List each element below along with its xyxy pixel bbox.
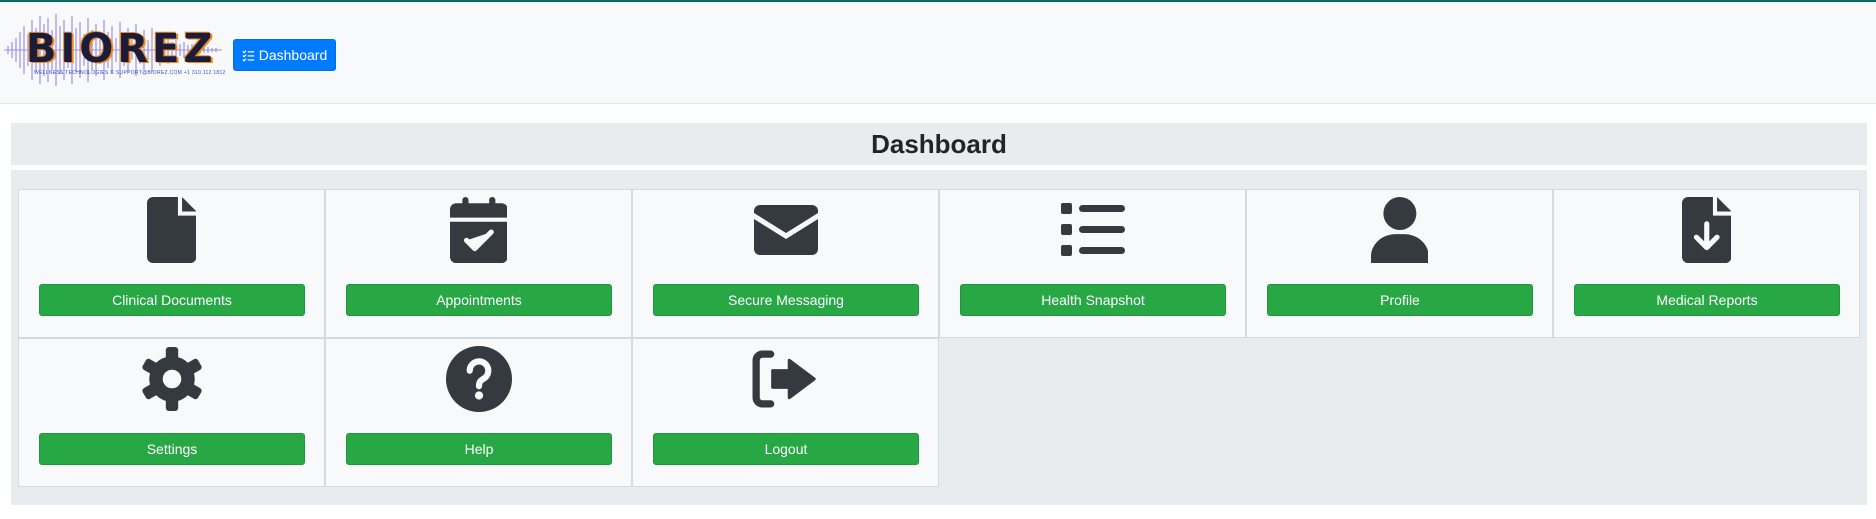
page-title-bar: Dashboard: [11, 123, 1867, 165]
dashboard-nav-label: Dashboard: [258, 47, 328, 63]
tile-profile[interactable]: Profile: [1246, 189, 1553, 338]
tile-appointments[interactable]: Appointments: [325, 189, 632, 338]
tile-clinical-documents[interactable]: Clinical Documents: [18, 189, 325, 338]
secure-messaging-button[interactable]: Secure Messaging: [653, 284, 919, 316]
tile-help[interactable]: Help: [325, 338, 632, 487]
tile-health-snapshot[interactable]: Health Snapshot: [939, 189, 1246, 338]
logo-wordmark: BIOREZ: [26, 26, 217, 72]
logout-button[interactable]: Logout: [653, 433, 919, 465]
gear-icon: [137, 345, 207, 413]
list-check-icon: [242, 49, 254, 62]
list-icon: [1058, 196, 1128, 264]
user-icon: [1365, 196, 1435, 264]
appointments-button[interactable]: Appointments: [346, 284, 612, 316]
dashboard-nav-button[interactable]: Dashboard: [233, 39, 336, 71]
top-navbar: BIOREZ WELLNESS TECHNOLOGIES © SUPPORT@B…: [0, 0, 1876, 104]
help-button[interactable]: Help: [346, 433, 612, 465]
document-icon: [137, 196, 207, 264]
tile-logout[interactable]: Logout: [632, 338, 939, 487]
question-circle-icon: [444, 345, 514, 413]
biorez-logo[interactable]: BIOREZ WELLNESS TECHNOLOGIES © SUPPORT@B…: [4, 12, 225, 88]
health-snapshot-button[interactable]: Health Snapshot: [960, 284, 1226, 316]
tile-secure-messaging[interactable]: Secure Messaging: [632, 189, 939, 338]
logo-tagline: WELLNESS TECHNOLOGIES © SUPPORT@BIOREZ.C…: [34, 70, 226, 76]
envelope-icon: [751, 196, 821, 264]
file-download-icon: [1672, 196, 1742, 264]
profile-button[interactable]: Profile: [1267, 284, 1533, 316]
dashboard-grid: Clinical Documents Appointments Secure M…: [11, 170, 1867, 505]
tile-settings[interactable]: Settings: [18, 338, 325, 487]
sign-out-icon: [751, 345, 821, 413]
calendar-check-icon: [444, 196, 514, 264]
medical-reports-button[interactable]: Medical Reports: [1574, 284, 1840, 316]
tile-medical-reports[interactable]: Medical Reports: [1553, 189, 1860, 338]
clinical-documents-button[interactable]: Clinical Documents: [39, 284, 305, 316]
settings-button[interactable]: Settings: [39, 433, 305, 465]
page-title: Dashboard: [871, 128, 1007, 159]
